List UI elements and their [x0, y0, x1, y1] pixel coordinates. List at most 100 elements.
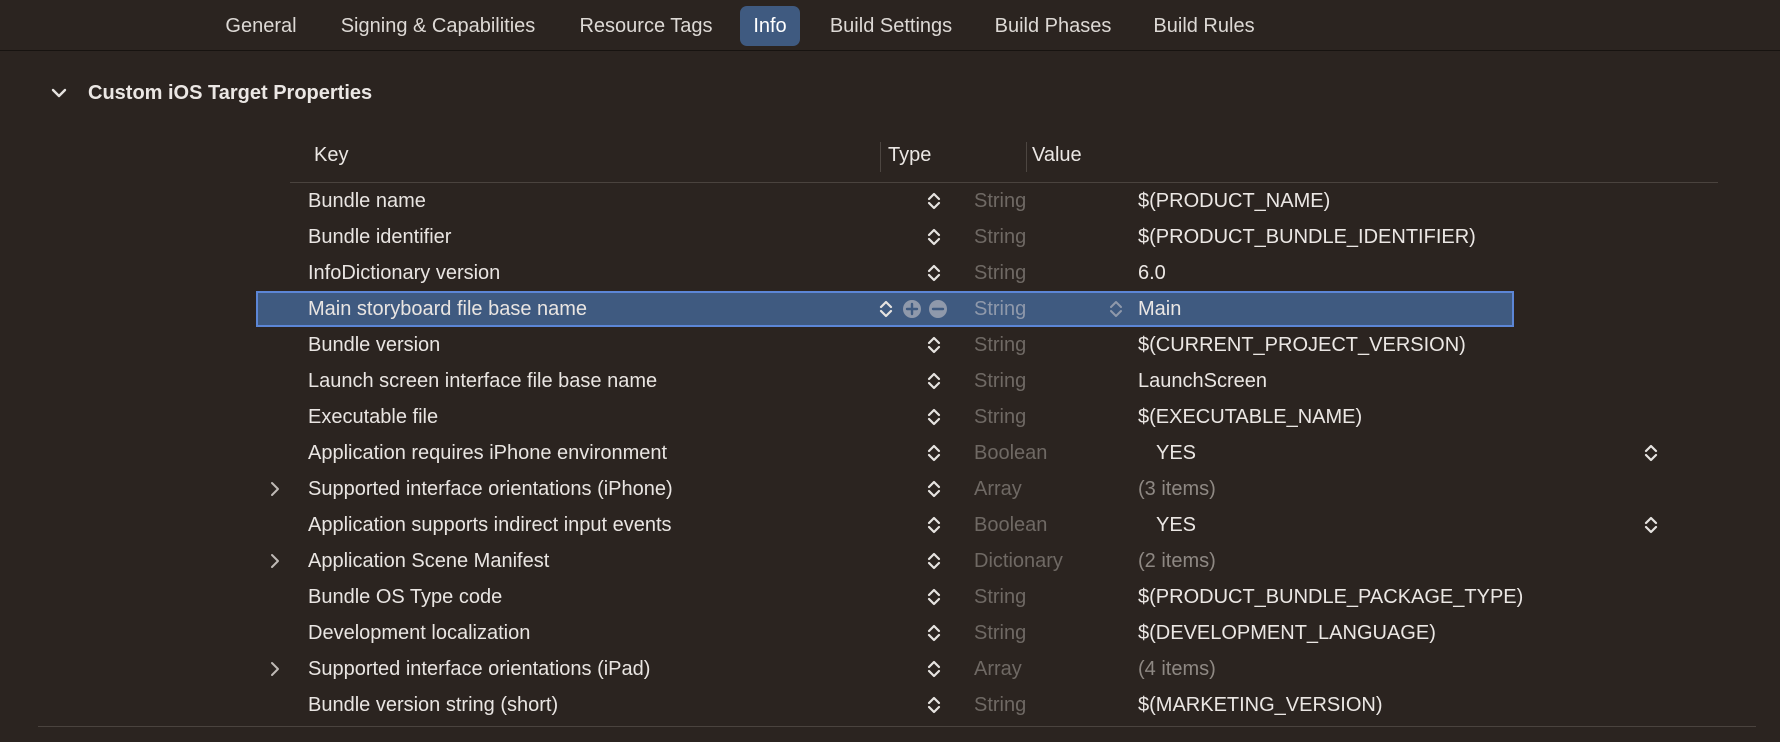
tab-build-phases[interactable]: Build Phases: [982, 6, 1124, 46]
section-header[interactable]: Custom iOS Target Properties: [48, 78, 372, 108]
row-value[interactable]: (2 items): [1138, 543, 1216, 579]
row-key[interactable]: Bundle identifier: [308, 219, 451, 255]
chevron-right-icon[interactable]: [266, 552, 284, 570]
tab-general[interactable]: General: [214, 6, 308, 46]
key-stepper-icon[interactable]: [926, 370, 942, 392]
row-type[interactable]: String: [974, 579, 1026, 615]
column-header-type[interactable]: Type: [888, 144, 931, 167]
table-row[interactable]: Bundle OS Type code String $(PRODUCT_BUND…: [256, 579, 1523, 615]
row-value[interactable]: (4 items): [1138, 651, 1216, 687]
row-type[interactable]: String: [974, 255, 1026, 291]
key-stepper-icon[interactable]: [926, 694, 942, 716]
row-key[interactable]: Launch screen interface file base name: [308, 363, 657, 399]
tab-bar: General Signing & Capabilities Resource …: [0, 0, 1780, 51]
row-value[interactable]: $(MARKETING_VERSION): [1138, 687, 1382, 723]
key-stepper-icon[interactable]: [926, 334, 942, 356]
value-stepper-icon[interactable]: [1643, 442, 1659, 464]
type-stepper-icon[interactable]: [1108, 298, 1124, 320]
column-separator[interactable]: [1026, 142, 1027, 172]
key-stepper-icon[interactable]: [926, 586, 942, 608]
row-type[interactable]: Boolean: [974, 507, 1047, 543]
key-stepper-icon[interactable]: [926, 406, 942, 428]
row-key[interactable]: Supported interface orientations (iPhone…: [308, 471, 673, 507]
row-value[interactable]: Main: [1138, 291, 1181, 327]
chevron-right-icon[interactable]: [266, 660, 284, 678]
row-value[interactable]: $(CURRENT_PROJECT_VERSION): [1138, 327, 1466, 363]
table-row[interactable]: Executable file String $(EXECUTABLE_NAME): [256, 399, 1514, 435]
key-stepper-icon[interactable]: [878, 298, 894, 320]
table-row[interactable]: Supported interface orientations (iPad) …: [256, 651, 1514, 687]
key-stepper-icon[interactable]: [926, 622, 942, 644]
row-type[interactable]: String: [974, 219, 1026, 255]
row-value[interactable]: (3 items): [1138, 471, 1216, 507]
key-stepper-icon[interactable]: [926, 262, 942, 284]
row-type[interactable]: String: [974, 327, 1026, 363]
row-key[interactable]: Application supports indirect input even…: [308, 507, 672, 543]
table-row[interactable]: Main storyboard file base name String Ma…: [256, 291, 1514, 327]
row-type[interactable]: String: [974, 615, 1026, 651]
row-type[interactable]: Array: [974, 471, 1022, 507]
key-stepper-icon[interactable]: [926, 550, 942, 572]
key-stepper-icon[interactable]: [926, 478, 942, 500]
row-type[interactable]: String: [974, 687, 1026, 723]
row-key[interactable]: Development localization: [308, 615, 530, 651]
row-type[interactable]: String: [974, 363, 1026, 399]
tab-signing-capabilities[interactable]: Signing & Capabilities: [325, 6, 551, 46]
row-value[interactable]: YES: [1156, 435, 1196, 471]
column-header-key[interactable]: Key: [314, 144, 348, 167]
key-stepper-icon[interactable]: [926, 514, 942, 536]
table-row[interactable]: Bundle version string (short) String $(MA…: [256, 687, 1514, 723]
table-row[interactable]: Launch screen interface file base name S…: [256, 363, 1514, 399]
row-key[interactable]: InfoDictionary version: [308, 255, 500, 291]
column-separator[interactable]: [880, 142, 881, 172]
row-value[interactable]: $(PRODUCT_BUNDLE_IDENTIFIER): [1138, 219, 1476, 255]
row-key[interactable]: Bundle version: [308, 327, 440, 363]
row-key[interactable]: Bundle OS Type code: [308, 579, 502, 615]
row-key[interactable]: Bundle version string (short): [308, 687, 558, 723]
row-key[interactable]: Application Scene Manifest: [308, 543, 549, 579]
table-row[interactable]: Bundle name String $(PRODUCT_NAME): [256, 183, 1514, 219]
row-value[interactable]: LaunchScreen: [1138, 363, 1267, 399]
key-stepper-icon[interactable]: [926, 226, 942, 248]
section-title: Custom iOS Target Properties: [88, 81, 373, 104]
chevron-right-icon[interactable]: [266, 480, 284, 498]
key-stepper-icon[interactable]: [926, 658, 942, 680]
row-value[interactable]: $(EXECUTABLE_NAME): [1138, 399, 1362, 435]
table-row[interactable]: Development localization String $(DEVELOP…: [256, 615, 1514, 651]
key-stepper-icon[interactable]: [926, 190, 942, 212]
key-stepper-icon[interactable]: [926, 442, 942, 464]
row-type[interactable]: Dictionary: [974, 543, 1063, 579]
tab-resource-tags[interactable]: Resource Tags: [566, 6, 726, 46]
table-row[interactable]: InfoDictionary version String 6.0: [256, 255, 1514, 291]
row-key[interactable]: Bundle name: [308, 183, 426, 219]
row-value[interactable]: $(PRODUCT_BUNDLE_PACKAGE_TYPE): [1138, 579, 1523, 615]
column-header-value[interactable]: Value: [1032, 144, 1082, 167]
row-type[interactable]: Boolean: [974, 435, 1047, 471]
value-stepper-icon[interactable]: [1643, 514, 1659, 536]
chevron-down-icon[interactable]: [48, 82, 70, 104]
minus-circle-icon[interactable]: [928, 299, 948, 319]
row-key[interactable]: Executable file: [308, 399, 438, 435]
tab-build-settings[interactable]: Build Settings: [815, 6, 967, 46]
table-body: Bundle name String $(PRODUCT_NAME) Bundle …: [256, 183, 1718, 723]
table-row[interactable]: Bundle identifier String $(PRODUCT_BUNDLE…: [256, 219, 1514, 255]
row-value[interactable]: $(DEVELOPMENT_LANGUAGE): [1138, 615, 1436, 651]
table-row[interactable]: Application requires iPhone environment …: [256, 435, 1658, 471]
row-value[interactable]: 6.0: [1138, 255, 1166, 291]
row-type[interactable]: Array: [974, 651, 1022, 687]
row-type[interactable]: String: [974, 183, 1026, 219]
table-row[interactable]: Supported interface orientations (iPhone…: [256, 471, 1514, 507]
row-value[interactable]: $(PRODUCT_NAME): [1138, 183, 1330, 219]
row-key[interactable]: Supported interface orientations (iPad): [308, 651, 650, 687]
row-value[interactable]: YES: [1156, 507, 1196, 543]
tab-build-rules[interactable]: Build Rules: [1140, 6, 1268, 46]
table-row[interactable]: Bundle version String $(CURRENT_PROJECT_V…: [256, 327, 1514, 363]
row-type[interactable]: String: [974, 399, 1026, 435]
plus-circle-icon[interactable]: [902, 299, 922, 319]
row-key[interactable]: Main storyboard file base name: [308, 291, 587, 327]
row-key[interactable]: Application requires iPhone environment: [308, 435, 667, 471]
tab-info[interactable]: Info: [740, 6, 800, 46]
row-type[interactable]: String: [974, 291, 1026, 327]
table-row[interactable]: Application supports indirect input even…: [256, 507, 1658, 543]
table-row[interactable]: Application Scene Manifest Dictionary (2 …: [256, 543, 1514, 579]
